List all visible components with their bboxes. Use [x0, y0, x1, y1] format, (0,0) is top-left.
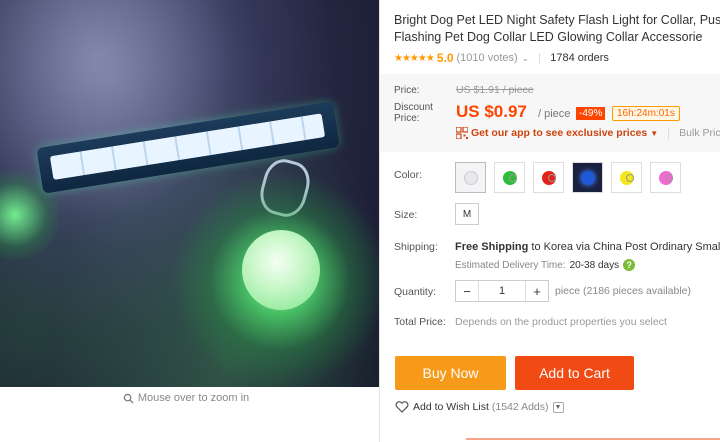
swatch-loop: [548, 174, 556, 182]
add-to-cart-button[interactable]: Add to Cart: [515, 356, 634, 390]
zoom-hint-text: Mouse over to zoom in: [137, 392, 250, 404]
orders-count: 1784 orders: [550, 52, 609, 64]
swatch-loop: [665, 174, 673, 182]
magnifier-icon: [123, 393, 134, 404]
rating-score: 5.0: [436, 51, 454, 65]
quantity-availability: piece (2186 pieces available): [555, 285, 692, 297]
image-led-ball: [242, 230, 320, 310]
rating-votes[interactable]: (1010 votes): [457, 52, 518, 64]
zoom-hint: Mouse over to zoom in: [0, 392, 372, 404]
add-to-wishlist-link[interactable]: Add to Wish List: [413, 401, 489, 413]
product-gallery: Mouse over to zoom in: [0, 0, 380, 442]
original-price: US $1.91 / piece: [456, 84, 534, 96]
color-swatch-red[interactable]: [533, 162, 564, 193]
discount-price-label: Discount Price:: [394, 102, 433, 124]
color-swatches: [455, 162, 681, 193]
delivery-estimate: Estimated Delivery Time: 20-38 days ?: [455, 259, 636, 271]
color-swatch-yellow[interactable]: [611, 162, 642, 193]
qr-code-icon: [456, 127, 468, 139]
total-price-label: Total Price:: [394, 316, 446, 328]
product-title: Bright Dog Pet LED Night Safety Flash Li…: [394, 13, 720, 44]
shipping-label: Shipping:: [394, 241, 438, 253]
caret-down-icon[interactable]: ▼: [650, 129, 658, 138]
color-label: Color:: [394, 169, 423, 181]
buy-now-button[interactable]: Buy Now: [395, 356, 506, 390]
swatch-loop: [509, 174, 517, 182]
wishlist-row[interactable]: Add to Wish List (1542 Adds) ▼: [395, 401, 564, 413]
bulk-price-link[interactable]: Bulk Price: [679, 127, 720, 139]
increase-button[interactable]: +: [526, 281, 548, 301]
color-swatch-green[interactable]: [494, 162, 525, 193]
size-option-m[interactable]: M: [455, 203, 479, 225]
help-icon[interactable]: ?: [623, 259, 636, 271]
delivery-days: 20-38 days: [569, 259, 620, 271]
swatch-dot: [463, 170, 478, 185]
delivery-estimate-label: Estimated Delivery Time:: [455, 259, 566, 271]
rating-row: ★★★★★ 5.0 (1010 votes) ⌄ 1784 orders: [394, 51, 609, 65]
rating-stars-icon: ★★★★★: [394, 52, 435, 64]
product-info: Bright Dog Pet LED Night Safety Flash Li…: [380, 0, 720, 442]
current-price: US $0.97: [456, 102, 527, 121]
heart-icon: [395, 401, 409, 413]
color-swatch-pink[interactable]: [650, 162, 681, 193]
app-price-row: Get our app to see exclusive prices ▼ Bu…: [456, 127, 720, 139]
price-unit: / piece: [538, 108, 571, 120]
countdown-timer: 16h:24m:01s: [612, 106, 680, 121]
divider: [539, 52, 541, 64]
shipping-method[interactable]: Free Shipping to Korea via China Post Or…: [455, 241, 720, 253]
color-swatch-blue[interactable]: [572, 162, 603, 193]
price-label: Price:: [394, 85, 420, 96]
chevron-down-icon[interactable]: ⌄: [522, 53, 530, 64]
price-box: Price: US $1.91 / piece Discount Price: …: [380, 74, 720, 152]
free-shipping-text: Free Shipping: [455, 241, 529, 253]
decrease-button[interactable]: −: [456, 281, 478, 301]
product-main-image[interactable]: [0, 0, 379, 387]
quantity-control: − 1 + piece (2186 pieces available): [455, 280, 691, 302]
quantity-input[interactable]: 1: [478, 281, 526, 301]
size-label: Size:: [394, 209, 418, 221]
total-price-note: Depends on the product properties you se…: [455, 316, 667, 328]
wishlist-count: (1542 Adds): [491, 401, 549, 413]
color-swatch-white[interactable]: [455, 162, 486, 193]
swatch-dot: [580, 170, 595, 185]
bottom-edge-line: [466, 438, 720, 440]
quantity-stepper: − 1 +: [455, 280, 549, 302]
app-exclusive-link[interactable]: Get our app to see exclusive prices: [471, 127, 647, 139]
discount-badge: -49%: [576, 107, 606, 120]
swatch-loop: [626, 174, 634, 182]
chevron-down-icon[interactable]: ▼: [552, 401, 564, 413]
divider: [668, 127, 670, 139]
shipping-destination: to Korea via China Post Ordinary Small: [528, 241, 720, 253]
quantity-label: Quantity:: [394, 286, 437, 298]
